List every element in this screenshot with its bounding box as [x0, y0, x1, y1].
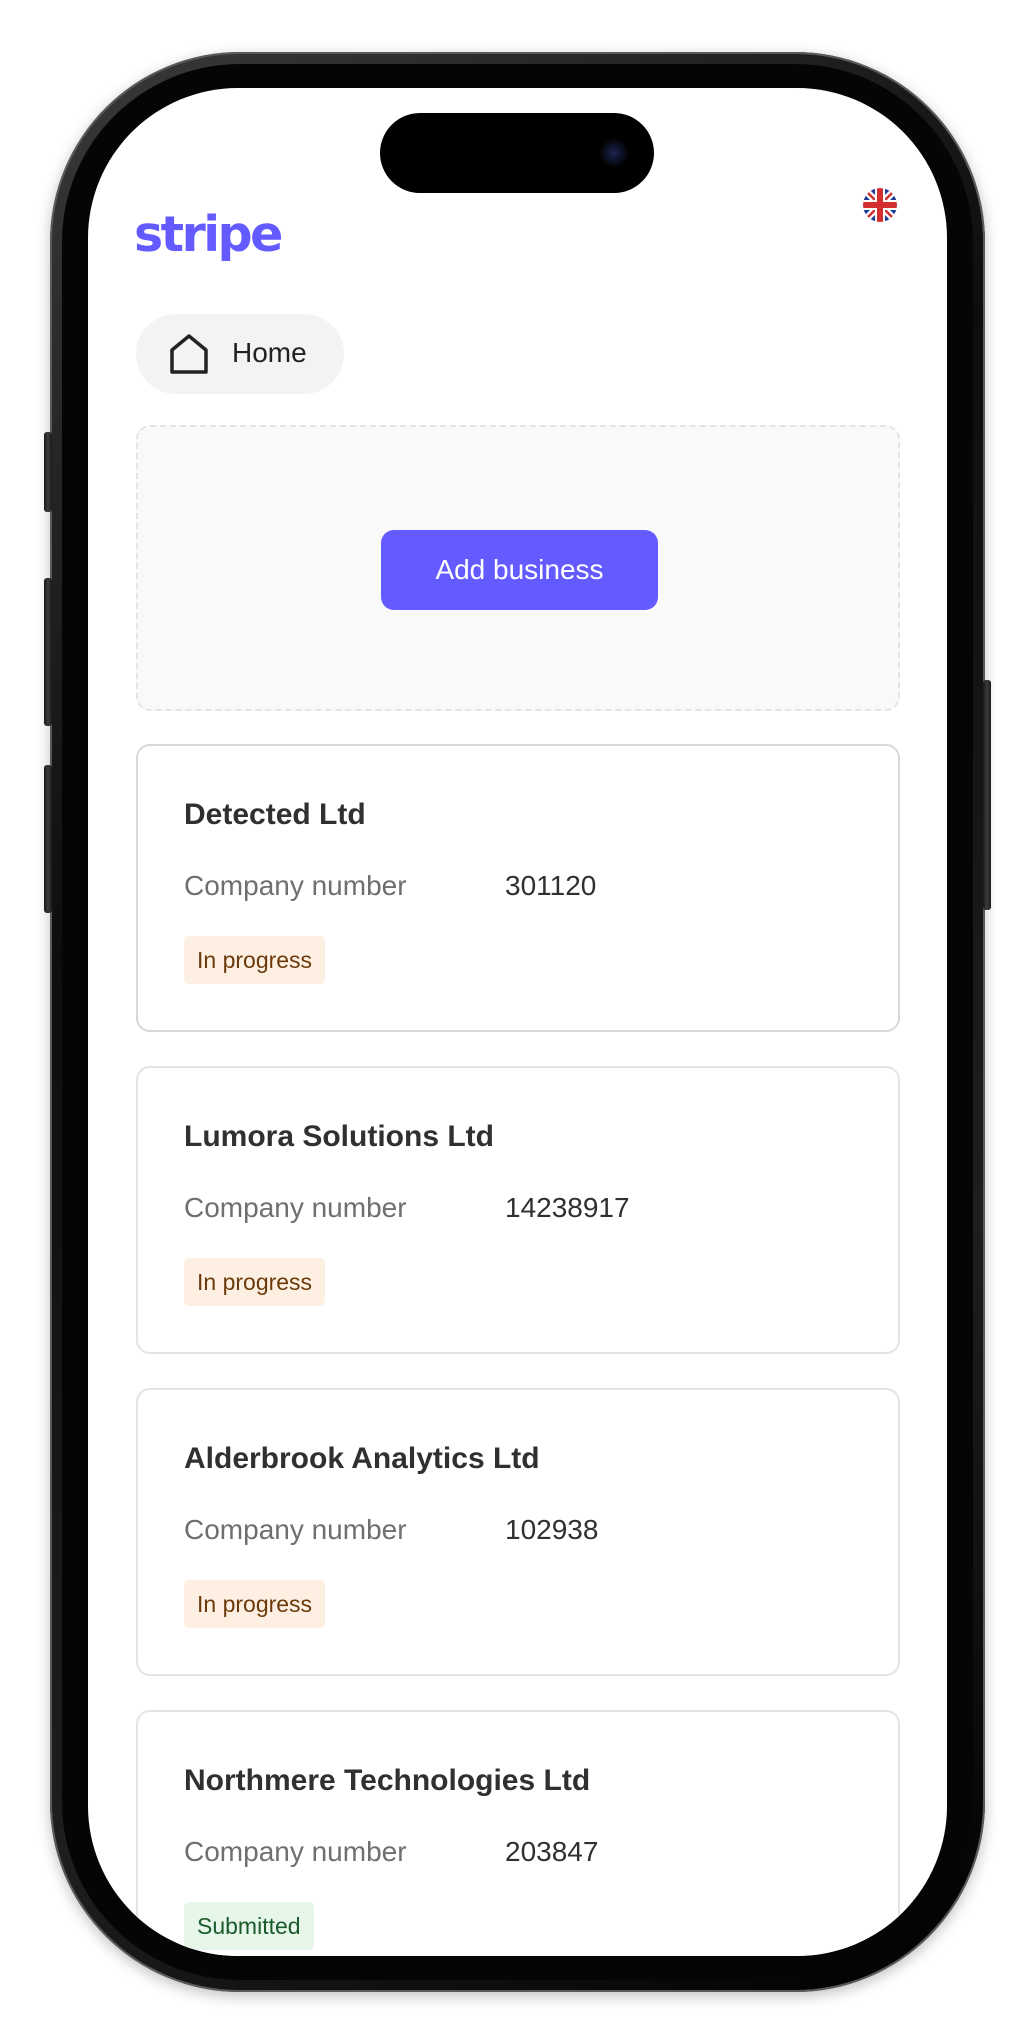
company-number-label: Company number: [184, 1514, 407, 1545]
add-business-panel: Add business: [136, 425, 900, 711]
business-card[interactable]: Northmere Technologies Ltd Company numbe…: [136, 1710, 900, 1956]
status-badge: In progress: [184, 1258, 326, 1306]
status-badge: Submitted: [184, 1902, 314, 1950]
company-number-value: 301120: [505, 870, 597, 901]
phone-screen: stripe Home Add business Detected Ltd Co…: [88, 88, 947, 1956]
uk-flag-icon[interactable]: [863, 188, 897, 222]
business-card[interactable]: Detected Ltd Company number 301120 In pr…: [136, 744, 900, 1032]
home-label: Home: [232, 337, 307, 368]
business-name: Northmere Technologies Ltd: [184, 1764, 591, 1797]
company-number-label: Company number: [184, 870, 407, 901]
status-badge: In progress: [184, 936, 326, 984]
company-number-label: Company number: [184, 1836, 407, 1867]
company-number-label: Company number: [184, 1192, 407, 1223]
status-badge: In progress: [184, 1580, 326, 1628]
dynamic-island: [380, 113, 654, 193]
company-number-value: 102938: [505, 1514, 599, 1545]
business-card[interactable]: Lumora Solutions Ltd Company number 1423…: [136, 1066, 900, 1354]
volume-down-button: [44, 765, 52, 913]
add-business-button[interactable]: Add business: [381, 530, 658, 610]
home-button[interactable]: Home: [136, 314, 344, 394]
power-button: [983, 680, 991, 910]
volume-up-button: [44, 578, 52, 726]
company-number-value: 14238917: [505, 1192, 630, 1223]
home-icon: [170, 334, 208, 374]
action-button: [44, 432, 52, 512]
company-number-value: 203847: [505, 1836, 599, 1867]
stripe-logo: stripe: [134, 206, 283, 263]
business-name: Lumora Solutions Ltd: [184, 1120, 494, 1153]
business-card[interactable]: Alderbrook Analytics Ltd Company number …: [136, 1388, 900, 1676]
business-name: Detected Ltd: [184, 798, 366, 831]
business-name: Alderbrook Analytics Ltd: [184, 1442, 540, 1475]
front-camera-icon: [600, 139, 628, 167]
